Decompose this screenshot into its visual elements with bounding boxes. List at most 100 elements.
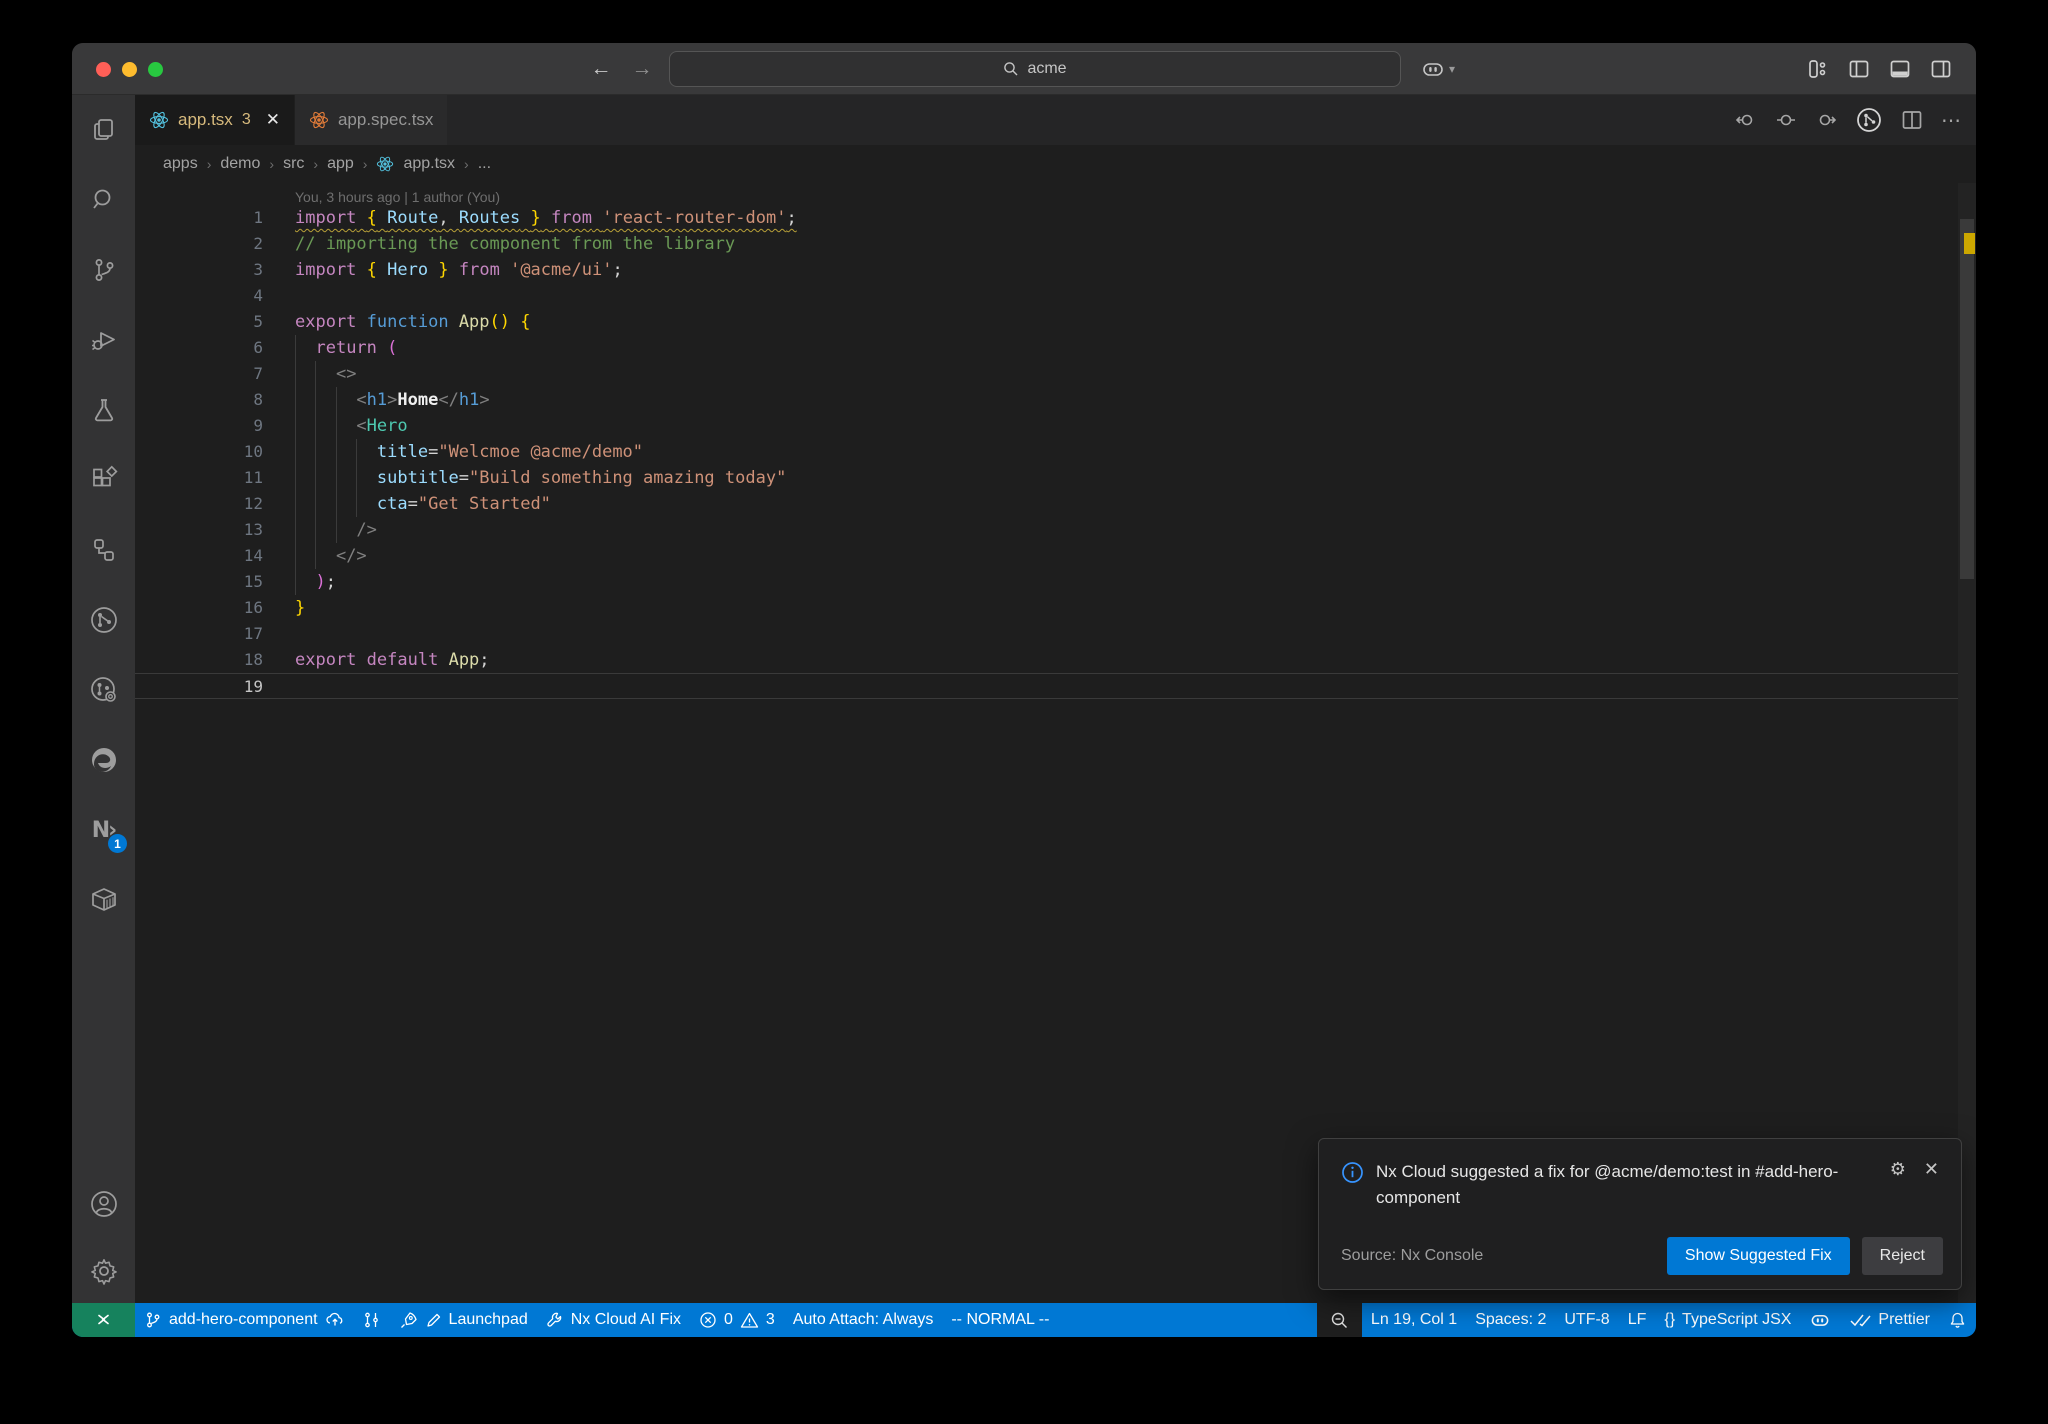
- tab-app-tsx[interactable]: app.tsx 3 ✕: [135, 95, 294, 145]
- zoom-window-button[interactable]: [148, 62, 163, 77]
- code-line-2[interactable]: 2 // importing the component from the lib…: [135, 231, 1976, 257]
- tab-app-spec-tsx[interactable]: app.spec.tsx: [293, 95, 448, 145]
- edge-browser-icon[interactable]: [72, 725, 135, 795]
- line-number: 19: [243, 677, 263, 696]
- notifications-bell-item[interactable]: [1939, 1303, 1976, 1337]
- code-line-12[interactable]: 12 cta="Get Started": [135, 491, 1976, 517]
- scrollbar-thumb[interactable]: [1960, 219, 1974, 579]
- react-test-file-icon: [309, 110, 329, 130]
- minimize-window-button[interactable]: [122, 62, 137, 77]
- code-line-content: title="Welcmoe @acme/demo": [376, 442, 644, 462]
- code-line-4[interactable]: 4: [135, 283, 1976, 309]
- testing-icon[interactable]: [72, 375, 135, 445]
- nav-current-circle-icon[interactable]: [1775, 109, 1797, 131]
- code-line-6[interactable]: 6 return (: [135, 335, 1976, 361]
- language-label: TypeScript JSX: [1682, 1311, 1792, 1328]
- code-line-19[interactable]: 19: [135, 673, 1976, 699]
- code-line-10[interactable]: 10 title="Welcmoe @acme/demo": [135, 439, 1976, 465]
- search-view-icon[interactable]: [72, 165, 135, 235]
- toggle-primary-sidebar-icon[interactable]: [1846, 56, 1872, 82]
- nav-back-circle-icon[interactable]: [1734, 108, 1758, 132]
- code-line-13[interactable]: 13 />: [135, 517, 1976, 543]
- eol-item[interactable]: LF: [1619, 1303, 1656, 1337]
- split-editor-icon[interactable]: [1900, 108, 1924, 132]
- code-line-18[interactable]: 18 export default App;: [135, 647, 1976, 673]
- reject-button[interactable]: Reject: [1861, 1237, 1943, 1275]
- problems-item[interactable]: 0 3: [690, 1303, 784, 1337]
- settings-gear-icon[interactable]: [72, 1239, 135, 1303]
- code-line-content: return (: [315, 338, 398, 358]
- code-line-3[interactable]: 3 import { Hero } from '@acme/ui';: [135, 257, 1976, 283]
- breadcrumb-item[interactable]: apps: [163, 155, 198, 173]
- double-check-icon: [1849, 1312, 1871, 1328]
- notification-close-icon[interactable]: ✕: [1924, 1159, 1939, 1180]
- commit-graph-status-item[interactable]: [354, 1303, 390, 1337]
- code-line-8[interactable]: 8 <h1>Home</h1>: [135, 387, 1976, 413]
- auto-attach-item[interactable]: Auto Attach: Always: [784, 1303, 943, 1337]
- copilot-status-item[interactable]: [1800, 1303, 1840, 1337]
- nx-console-icon[interactable]: N› 1: [72, 795, 135, 865]
- indentation-item[interactable]: Spaces: 2: [1466, 1303, 1555, 1337]
- zoom-status-item[interactable]: [1316, 1303, 1362, 1337]
- code-line-16[interactable]: 16}: [135, 595, 1976, 621]
- code-line-9[interactable]: 9 <Hero: [135, 413, 1976, 439]
- code-line-content: );: [315, 572, 336, 592]
- code-line-1[interactable]: 1 import { Route, Routes } from 'react-ro…: [135, 205, 1976, 231]
- history-forward-button[interactable]: →: [628, 56, 656, 82]
- code-line-content: />: [356, 520, 377, 540]
- editor-scrollbar[interactable]: [1958, 183, 1976, 1303]
- launchpad-item[interactable]: Launchpad: [390, 1303, 537, 1337]
- encoding-item[interactable]: UTF-8: [1555, 1303, 1618, 1337]
- account-icon[interactable]: [72, 1169, 135, 1239]
- code-line-5[interactable]: 5 export function App() {: [135, 309, 1976, 335]
- close-window-button[interactable]: [96, 62, 111, 77]
- run-debug-icon[interactable]: [72, 305, 135, 375]
- hierarchy-view-icon[interactable]: [72, 515, 135, 585]
- history-back-button[interactable]: ←: [587, 56, 615, 82]
- cursor-position-item[interactable]: Ln 19, Col 1: [1362, 1303, 1466, 1337]
- close-tab-icon[interactable]: ✕: [266, 110, 280, 130]
- react-file-icon: [376, 155, 394, 173]
- code-line-content: // importing the component from the libr…: [295, 234, 736, 254]
- code-line-17[interactable]: 17: [135, 621, 1976, 647]
- source-control-icon[interactable]: [72, 235, 135, 305]
- braces-icon: {}: [1664, 1311, 1676, 1328]
- pencil-icon: [425, 1312, 442, 1329]
- line-number: 15: [243, 572, 263, 591]
- code-editor[interactable]: You, 3 hours ago | 1 author (You) 1 impor…: [135, 183, 1976, 1303]
- commit-graph-icon[interactable]: [72, 585, 135, 655]
- code-line-content: [263, 621, 295, 647]
- breadcrumb-item[interactable]: demo: [220, 155, 260, 173]
- code-line-7[interactable]: 7 <>: [135, 361, 1976, 387]
- git-branch-item[interactable]: add-hero-component: [135, 1303, 354, 1337]
- explorer-icon[interactable]: [72, 95, 135, 165]
- gitlens-graph-icon[interactable]: [1855, 106, 1883, 134]
- nx-cloud-fix-item[interactable]: Nx Cloud AI Fix: [537, 1303, 690, 1337]
- breadcrumb-item[interactable]: src: [283, 155, 304, 173]
- code-line-15[interactable]: 15 );: [135, 569, 1976, 595]
- code-line-11[interactable]: 11 subtitle="Build something amazing tod…: [135, 465, 1976, 491]
- copilot-menu-button[interactable]: ▾: [1420, 56, 1455, 82]
- toggle-panel-icon[interactable]: [1887, 56, 1913, 82]
- extensions-icon[interactable]: [72, 445, 135, 515]
- graph-search-icon[interactable]: [72, 655, 135, 725]
- title-bar: ← → acme ▾: [72, 43, 1976, 95]
- show-suggested-fix-button[interactable]: Show Suggested Fix: [1666, 1237, 1850, 1275]
- errors-icon: [699, 1311, 717, 1329]
- notification-settings-gear-icon[interactable]: ⚙: [1890, 1159, 1906, 1180]
- toggle-secondary-sidebar-icon[interactable]: [1928, 56, 1954, 82]
- formatter-item[interactable]: Prettier: [1840, 1303, 1939, 1337]
- vim-mode-label: -- NORMAL --: [951, 1311, 1050, 1328]
- nav-forward-circle-icon[interactable]: [1814, 108, 1838, 132]
- breadcrumb-item[interactable]: ...: [478, 155, 491, 173]
- more-actions-icon[interactable]: ⋯: [1941, 108, 1962, 133]
- breadcrumb-item[interactable]: app.tsx: [403, 155, 455, 173]
- code-line-14[interactable]: 14 </>: [135, 543, 1976, 569]
- breadcrumb-item[interactable]: app: [327, 155, 354, 173]
- vim-mode-item[interactable]: -- NORMAL --: [942, 1303, 1058, 1337]
- remote-indicator[interactable]: [72, 1303, 135, 1337]
- language-mode-item[interactable]: {} TypeScript JSX: [1655, 1303, 1800, 1337]
- cube-tool-icon[interactable]: [72, 865, 135, 935]
- customize-layout-icon[interactable]: [1805, 56, 1831, 82]
- command-center-search[interactable]: acme: [669, 51, 1401, 87]
